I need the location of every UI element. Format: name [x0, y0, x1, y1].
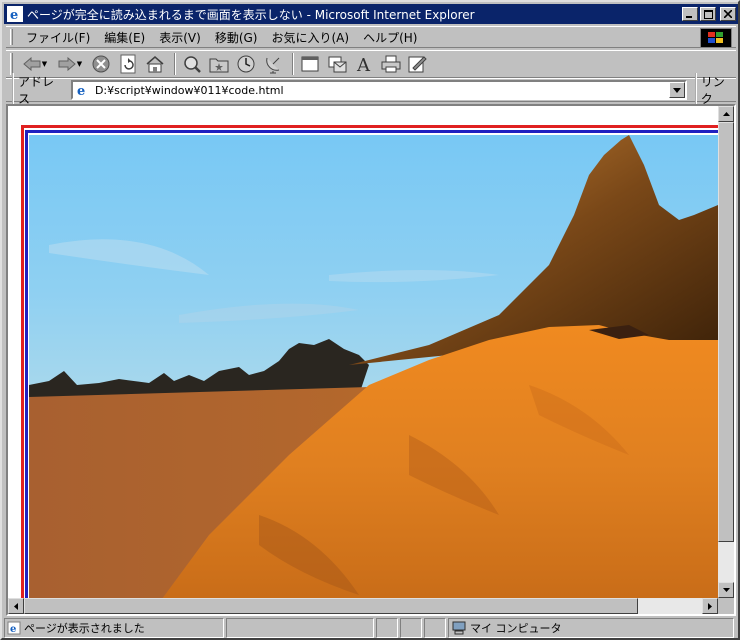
close-icon	[724, 10, 732, 18]
search-button[interactable]	[180, 53, 204, 75]
status-pane-empty	[226, 618, 374, 638]
scroll-left-button[interactable]	[8, 598, 24, 614]
address-bar: アドレス e D:¥script¥window¥011¥code.html リン…	[6, 73, 736, 107]
maximize-icon	[703, 9, 713, 19]
edit-pencil-icon	[408, 56, 427, 73]
links-button[interactable]: リンク	[694, 73, 736, 107]
status-pane-empty	[424, 618, 446, 638]
home-icon	[146, 56, 164, 73]
status-zone-text: マイ コンピュータ	[470, 622, 562, 635]
computer-icon	[452, 621, 466, 635]
back-button[interactable]: ▼	[19, 53, 51, 75]
minimize-button[interactable]	[682, 7, 698, 21]
channels-button[interactable]	[261, 53, 285, 75]
status-pane-empty	[400, 618, 422, 638]
svg-text:A: A	[356, 55, 371, 74]
ie-page-icon: e	[7, 621, 21, 635]
refresh-icon	[120, 54, 136, 74]
menu-favorites[interactable]: お気に入り(A)	[264, 29, 356, 46]
svg-text:e: e	[77, 84, 85, 98]
svg-text:e: e	[10, 624, 16, 635]
horizontal-scrollbar[interactable]	[8, 598, 718, 614]
satellite-icon	[266, 57, 280, 74]
fullscreen-button[interactable]	[298, 53, 322, 75]
printer-icon	[381, 55, 401, 73]
edit-button[interactable]	[406, 53, 430, 75]
fullscreen-icon	[301, 56, 319, 72]
scrollbar-corner	[718, 598, 734, 614]
history-icon	[237, 55, 255, 73]
arrow-left-icon	[14, 602, 18, 610]
forward-arrow-icon	[58, 57, 76, 71]
horizontal-scroll-thumb[interactable]	[24, 598, 638, 614]
ie-logo-icon: e	[7, 6, 23, 22]
menu-grip[interactable]	[10, 29, 13, 45]
favorites-folder-icon	[209, 58, 229, 73]
forward-button[interactable]: ▼	[54, 53, 86, 75]
menu-file[interactable]: ファイル(F)	[19, 29, 97, 46]
status-message-pane: e ページが表示されました	[4, 618, 224, 638]
back-arrow-icon	[23, 57, 41, 71]
menu-go[interactable]: 移動(G)	[208, 29, 265, 46]
maximize-button[interactable]	[700, 7, 716, 21]
minimize-icon	[686, 16, 692, 18]
menu-bar: ファイル(F) 編集(E) 表示(V) 移動(G) お気に入り(A) ヘルプ(H…	[6, 26, 736, 48]
desert-mountain-image	[29, 135, 718, 603]
toolbar-separator	[174, 53, 176, 75]
search-icon	[184, 56, 201, 73]
vertical-scrollbar[interactable]	[718, 106, 734, 598]
favorites-button[interactable]	[207, 53, 231, 75]
scroll-down-button[interactable]	[718, 582, 734, 598]
stop-button[interactable]	[89, 53, 113, 75]
menu-edit[interactable]: 編集(E)	[97, 29, 152, 46]
status-text: ページが表示されました	[24, 622, 145, 635]
address-input[interactable]: e D:¥script¥window¥011¥code.html	[70, 80, 687, 100]
mail-icon	[328, 56, 347, 73]
scroll-right-button[interactable]	[702, 598, 718, 614]
page-viewport	[6, 104, 736, 616]
arrow-right-icon	[708, 602, 712, 610]
chevron-down-icon	[672, 87, 681, 93]
print-button[interactable]	[379, 53, 403, 75]
font-a-icon: A	[356, 55, 371, 74]
menu-help[interactable]: ヘルプ(H)	[356, 29, 424, 46]
mail-button[interactable]	[325, 53, 349, 75]
status-zone-pane: マイ コンピュータ	[448, 618, 734, 638]
vertical-scroll-thumb[interactable]	[718, 122, 734, 542]
scroll-up-button[interactable]	[718, 106, 734, 122]
window-title: ページが完全に読み込まれるまで画面を表示しない - Microsoft Inte…	[27, 7, 475, 22]
arrow-down-icon	[722, 588, 730, 592]
toolbar-separator	[292, 53, 294, 75]
standard-toolbar: ▼ ▼ A	[6, 50, 736, 78]
browser-window: e ページが完全に読み込まれるまで画面を表示しない - Microsoft In…	[0, 0, 740, 640]
refresh-button[interactable]	[116, 53, 140, 75]
home-button[interactable]	[143, 53, 167, 75]
font-button[interactable]: A	[352, 53, 376, 75]
stop-icon	[92, 55, 110, 73]
toolbar-grip[interactable]	[10, 53, 13, 75]
address-url: D:¥script¥window¥011¥code.html	[94, 83, 284, 97]
status-pane-empty	[376, 618, 398, 638]
ie-page-icon: e	[77, 84, 85, 98]
title-bar[interactable]: e ページが完全に読み込まれるまで画面を表示しない - Microsoft In…	[4, 4, 738, 24]
page-frame	[21, 125, 718, 603]
svg-text:e: e	[10, 8, 18, 22]
menu-view[interactable]: 表示(V)	[152, 29, 208, 46]
status-bar: e ページが表示されました マイ コンピュータ	[4, 618, 738, 638]
arrow-up-icon	[722, 112, 730, 116]
address-label: アドレス	[12, 73, 65, 107]
address-dropdown-button[interactable]	[668, 82, 685, 98]
windows-logo-icon	[700, 28, 732, 48]
close-button[interactable]	[720, 7, 736, 21]
history-button[interactable]	[234, 53, 258, 75]
